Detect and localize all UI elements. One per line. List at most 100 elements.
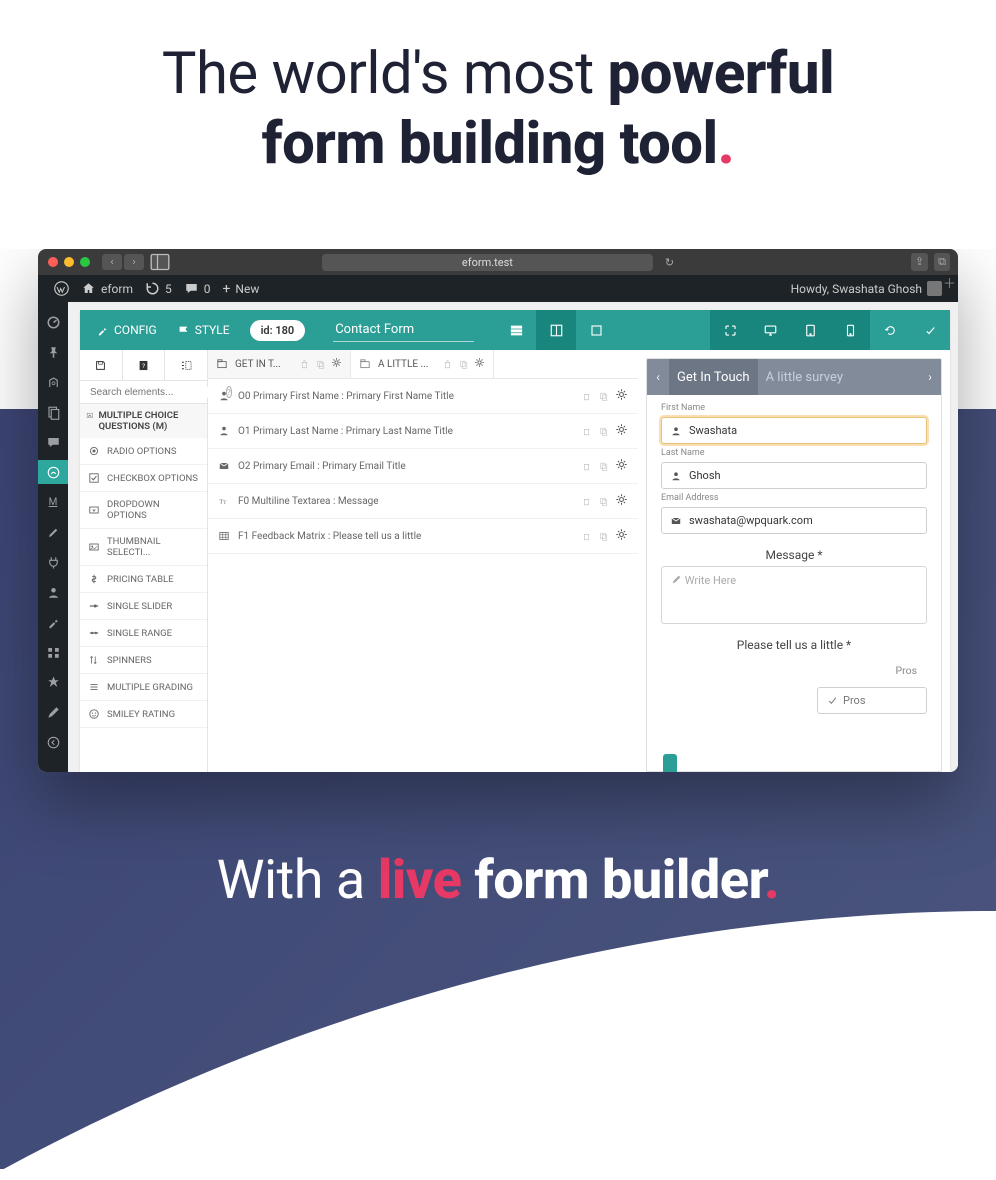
page-tab-2[interactable]: A LITTLE ... (351, 350, 494, 378)
save-button[interactable] (910, 310, 950, 350)
preview-prev[interactable]: ‹ (647, 370, 669, 384)
window-minimize-icon[interactable] (64, 257, 74, 267)
wp-side-collapse-icon[interactable] (38, 730, 68, 754)
wp-side-pencil-icon[interactable] (38, 700, 68, 724)
new-tab-button[interactable]: ＋ (943, 273, 956, 292)
nav-back-button[interactable]: ‹ (102, 254, 122, 270)
wp-updates[interactable]: 5 (139, 281, 178, 296)
last-name-input[interactable]: Ghosh (661, 462, 927, 489)
wp-howdy[interactable]: Howdy, Swashata Ghosh (785, 281, 948, 296)
canvas-row[interactable]: F1 Feedback Matrix : Please tell us a li… (208, 519, 638, 554)
wp-comments[interactable]: 0 (178, 281, 217, 296)
canvas-row[interactable]: O1 Primary Last Name : Primary Last Name… (208, 414, 638, 449)
tabs-icon[interactable]: ⧉ (934, 253, 950, 271)
share-icon[interactable]: ⇪ (911, 253, 928, 271)
resize-handle[interactable] (663, 754, 677, 772)
panel-help-button[interactable]: ? (123, 350, 166, 380)
element-dropdown[interactable]: DROPDOWN OPTIONS (80, 492, 207, 529)
canvas-row[interactable]: TT F0 Multiline Textarea : Message (208, 484, 638, 519)
device-desktop-button[interactable] (750, 310, 790, 350)
first-name-input[interactable]: Swashata (661, 417, 927, 444)
search-input[interactable] (90, 387, 222, 398)
delete-icon[interactable] (581, 391, 592, 402)
reload-icon[interactable]: ↻ (665, 256, 674, 269)
wp-side-media-icon[interactable] (38, 370, 68, 394)
panel-collapse-button[interactable] (165, 350, 207, 380)
copy-icon[interactable] (598, 391, 609, 402)
wp-logo[interactable] (48, 281, 75, 296)
copy-icon[interactable] (598, 461, 609, 472)
wp-new[interactable]: +New (216, 281, 265, 297)
element-grading[interactable]: MULTIPLE GRADING (80, 674, 207, 701)
element-pricing[interactable]: PRICING TABLE (80, 566, 207, 593)
message-textarea[interactable]: Write Here (661, 566, 927, 624)
nav-forward-button[interactable]: › (124, 254, 144, 270)
wp-side-wrench-icon[interactable] (38, 610, 68, 634)
window-close-icon[interactable] (48, 257, 58, 267)
wp-side-m-icon[interactable]: M (38, 490, 68, 514)
preview-tab-2[interactable]: A little survey (758, 359, 851, 395)
sidebar-toggle-button[interactable] (150, 254, 170, 270)
config-button[interactable]: CONFIG (86, 310, 167, 350)
window-maximize-icon[interactable] (80, 257, 90, 267)
canvas-row[interactable]: O2 Primary Email : Primary Email Title (208, 449, 638, 484)
form-name[interactable]: Contact Form (333, 318, 474, 342)
refresh-button[interactable] (870, 310, 910, 350)
element-slider[interactable]: SINGLE SLIDER (80, 593, 207, 620)
gear-icon[interactable] (615, 493, 628, 509)
wp-side-pages-icon[interactable] (38, 400, 68, 424)
wp-side-star-icon[interactable] (38, 670, 68, 694)
gear-icon[interactable] (615, 388, 628, 404)
wp-side-pin-icon[interactable] (38, 340, 68, 364)
gear-icon[interactable] (615, 528, 628, 544)
wp-side-brush-icon[interactable] (38, 520, 68, 544)
gear-icon[interactable] (474, 357, 485, 371)
search-elements: ? (80, 381, 207, 404)
delete-icon[interactable] (442, 359, 453, 370)
gear-icon[interactable] (331, 357, 342, 371)
device-tablet-button[interactable] (790, 310, 830, 350)
hero-line2-strong: form building tool (262, 110, 718, 178)
copy-icon[interactable] (598, 426, 609, 437)
wp-side-user-icon[interactable] (38, 580, 68, 604)
delete-icon[interactable] (581, 461, 592, 472)
copy-icon[interactable] (315, 359, 326, 370)
device-mobile-button[interactable] (830, 310, 870, 350)
wp-side-plugin-icon[interactable] (38, 550, 68, 574)
delete-icon[interactable] (581, 531, 592, 542)
preview-tab-1[interactable]: Get In Touch (669, 359, 758, 395)
page-tab-1[interactable]: GET IN T... (208, 350, 351, 378)
element-radio[interactable]: RADIO OPTIONS (80, 438, 207, 465)
element-thumbnail[interactable]: THUMBNAIL SELECTI... (80, 529, 207, 566)
delete-icon[interactable] (299, 359, 310, 370)
device-full-button[interactable] (710, 310, 750, 350)
wp-side-dashboard-icon[interactable] (38, 310, 68, 334)
element-checkbox[interactable]: CHECKBOX OPTIONS (80, 465, 207, 492)
email-input[interactable]: swashata@wpquark.com (661, 507, 927, 534)
view-preview-button[interactable] (576, 310, 616, 350)
wp-side-comment-icon[interactable] (38, 430, 68, 454)
pros-input[interactable]: Pros (817, 687, 927, 714)
gear-icon[interactable] (615, 458, 628, 474)
delete-icon[interactable] (581, 496, 592, 507)
copy-icon[interactable] (598, 496, 609, 507)
wp-side-eform-icon[interactable] (38, 460, 68, 484)
url-bar[interactable]: eform.test (322, 254, 653, 271)
delete-icon[interactable] (581, 426, 592, 437)
element-spinners[interactable]: SPINNERS (80, 647, 207, 674)
wp-side-settings-icon[interactable] (38, 640, 68, 664)
element-range[interactable]: SINGLE RANGE (80, 620, 207, 647)
view-list-button[interactable] (496, 310, 536, 350)
style-button[interactable]: STYLE (167, 310, 240, 350)
wp-site-link[interactable]: eform (75, 281, 139, 296)
element-smiley[interactable]: SMILEY RATING (80, 701, 207, 728)
category-header[interactable]: MULTIPLE CHOICE QUESTIONS (M) (80, 404, 207, 438)
copy-icon[interactable] (458, 359, 469, 370)
panel-save-button[interactable] (80, 350, 123, 380)
copy-icon[interactable] (598, 531, 609, 542)
builder-panel: CONFIG STYLE id: 180 Contact Form (80, 310, 950, 772)
preview-next[interactable]: › (919, 370, 941, 384)
gear-icon[interactable] (615, 423, 628, 439)
canvas-row[interactable]: O0 Primary First Name : Primary First Na… (208, 379, 638, 414)
view-split-button[interactable] (536, 310, 576, 350)
